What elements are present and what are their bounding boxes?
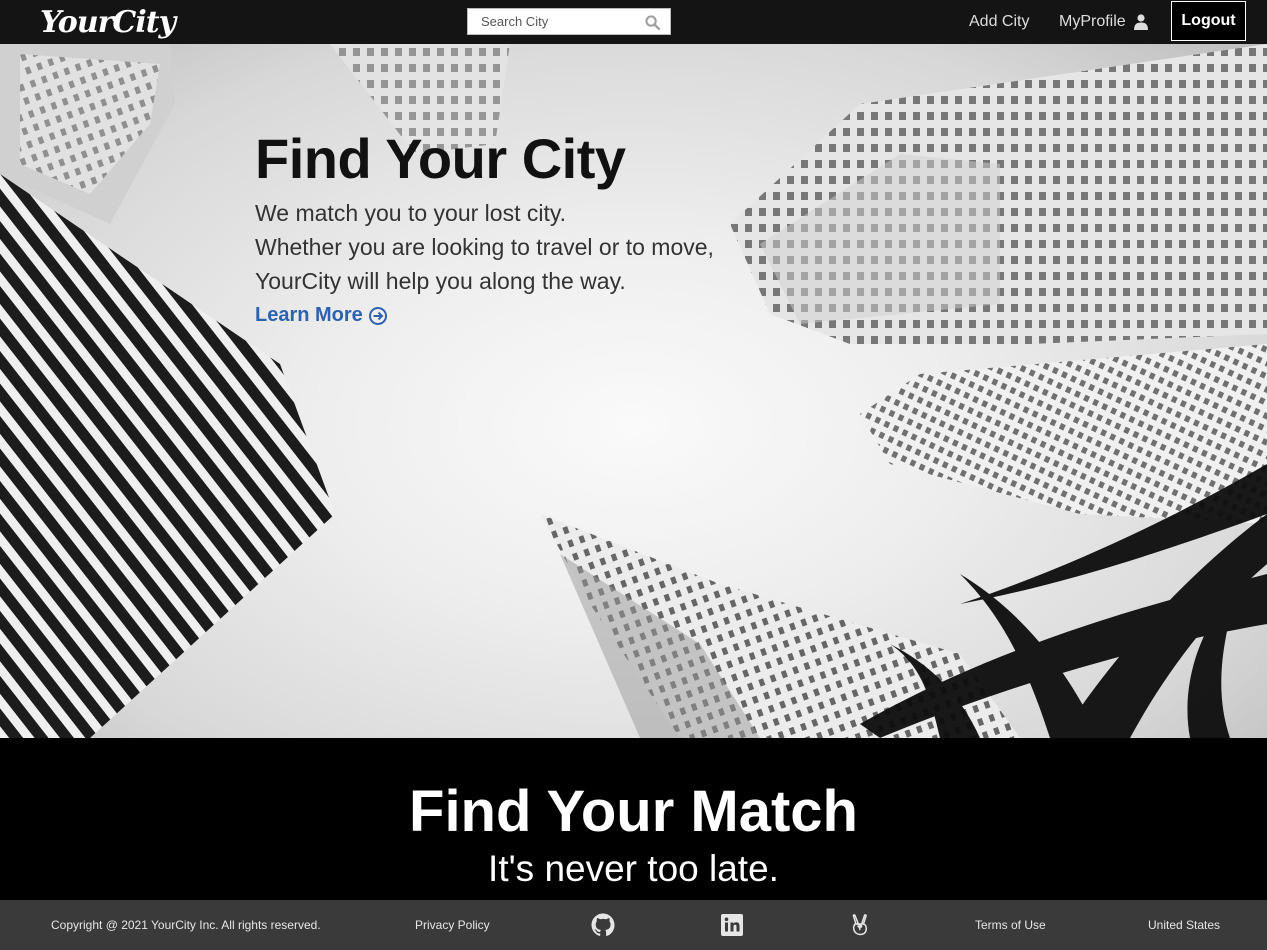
hero-description-line: Whether you are looking to travel or to …: [255, 234, 714, 260]
hero-section: Find Your City We match you to your lost…: [0, 44, 1267, 738]
arrow-circle-right-icon: [368, 306, 387, 325]
brand-name: YourCity: [40, 4, 176, 40]
add-city-link[interactable]: Add City: [969, 0, 1029, 44]
country-selector[interactable]: United States: [1148, 900, 1220, 950]
hero-description-line: YourCity will help you along the way.: [255, 268, 626, 294]
search-input[interactable]: [468, 9, 638, 34]
angellist-icon: [852, 914, 868, 936]
brand-logo[interactable]: YourCity: [40, 2, 176, 42]
privacy-policy-link[interactable]: Privacy Policy: [415, 900, 490, 950]
linkedin-icon: [721, 914, 743, 936]
github-icon: [591, 913, 615, 937]
hero-description-line: We match you to your lost city.: [255, 200, 567, 226]
footer: Copyright @ 2021 YourCity Inc. All right…: [0, 900, 1267, 950]
angellist-link[interactable]: [848, 900, 872, 950]
match-title: Find Your Match: [409, 779, 858, 844]
my-profile-link[interactable]: MyProfile: [1059, 0, 1148, 44]
search-icon[interactable]: [644, 14, 661, 31]
linkedin-link[interactable]: [720, 900, 744, 950]
terms-of-use-link[interactable]: Terms of Use: [975, 900, 1046, 950]
hero-title: Find Your City: [255, 127, 626, 190]
github-link[interactable]: [591, 900, 615, 950]
copyright-text: Copyright @ 2021 YourCity Inc. All right…: [51, 918, 321, 932]
hero-content: Find Your City We match you to your lost…: [255, 128, 775, 327]
top-navbar: YourCity Add City MyProfile Logout: [0, 0, 1267, 44]
match-section: Find Your Match It's never too late.: [0, 738, 1267, 900]
my-profile-label: MyProfile: [1059, 13, 1126, 30]
learn-more-label: Learn More: [255, 304, 363, 326]
search-box: [467, 8, 671, 35]
match-subtitle: It's never too late.: [488, 848, 779, 889]
logout-button[interactable]: Logout: [1171, 1, 1246, 41]
learn-more-link[interactable]: Learn More: [255, 304, 388, 327]
user-icon: [1133, 14, 1148, 30]
